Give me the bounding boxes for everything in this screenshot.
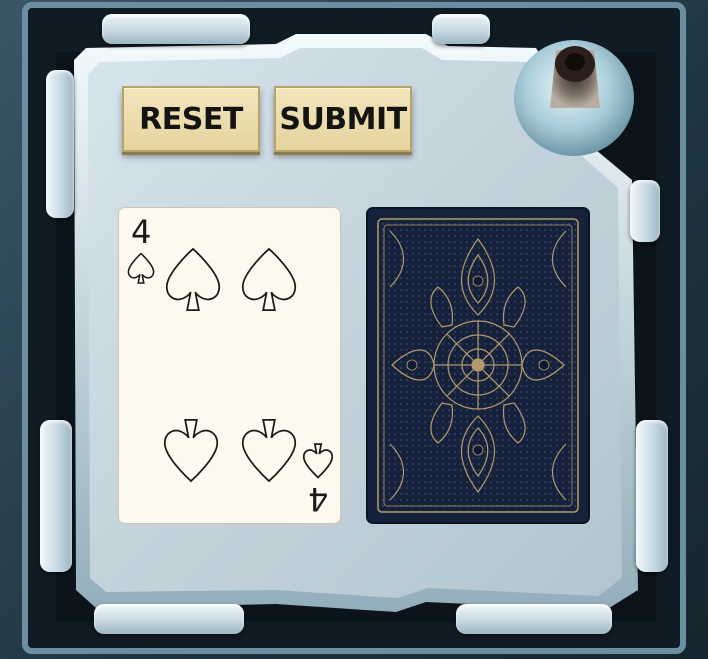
spade-icon [241,247,297,312]
card-back-pattern-icon [368,209,588,522]
spade-icon [165,247,221,312]
submit-button[interactable]: SUBMIT [274,86,412,152]
left-clip-top [46,70,74,218]
reset-button[interactable]: RESET [122,86,260,152]
spade-icon [127,252,155,284]
top-clip-left [102,14,250,44]
spade-icon [163,418,219,483]
card-rank-top: 4 [131,213,152,251]
game-scene: RESET SUBMIT 4 4 [0,0,708,659]
top-clip-right [432,14,490,44]
right-clip-top [630,180,660,242]
bottom-clip-left [94,604,244,634]
bottom-clip-right [456,604,612,634]
left-clip-bottom [40,420,72,572]
spade-icon [241,418,297,483]
spade-icon [302,443,334,479]
bulb-knob[interactable] [514,22,638,158]
card-four-of-spades[interactable]: 4 4 [118,207,341,524]
card-rank-bottom: 4 [307,480,328,518]
card-face-down[interactable] [366,207,590,524]
right-clip-bottom [636,420,668,572]
